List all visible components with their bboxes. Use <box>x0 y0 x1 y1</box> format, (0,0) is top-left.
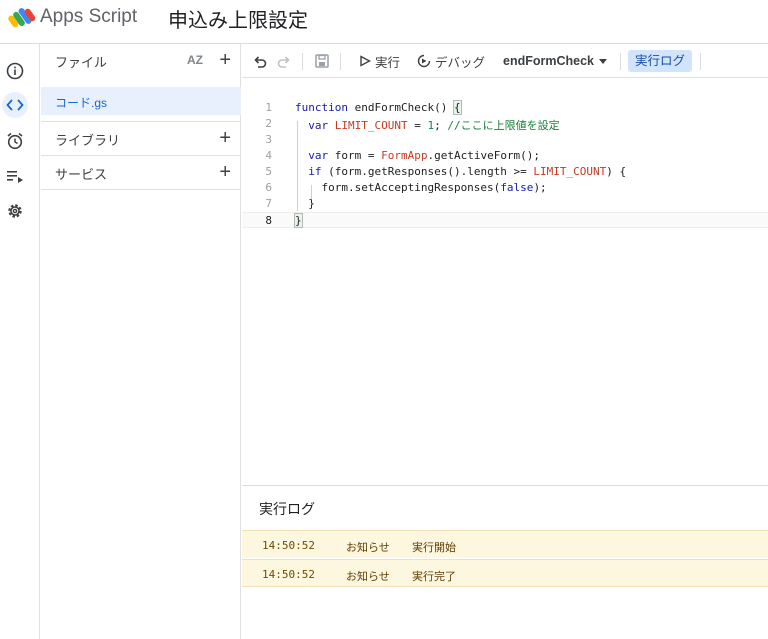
project-title[interactable]: 申込み上限設定 <box>168 4 308 33</box>
rail-settings-button[interactable] <box>2 198 28 224</box>
save-button[interactable] <box>314 44 330 78</box>
code-line[interactable]: 3 <box>242 132 768 148</box>
execution-log-title: 実行ログ <box>259 501 315 517</box>
log-message: 実行開始 <box>412 542 456 554</box>
rail-executions-button[interactable] <box>2 163 28 189</box>
undo-button[interactable] <box>252 44 268 78</box>
line-number: 2 <box>265 117 272 130</box>
play-icon <box>360 55 371 67</box>
undo-icon <box>254 56 267 68</box>
services-label: サービス <box>55 167 108 182</box>
rail-triggers-button[interactable] <box>2 128 28 154</box>
code-editor[interactable]: 1 function endFormCheck() { 2 var LIMIT_… <box>242 79 768 485</box>
line-number: 1 <box>265 101 272 114</box>
code-text: form.setAcceptingResponses(false); <box>295 181 547 194</box>
function-select[interactable]: endFormCheck <box>503 44 608 78</box>
libraries-label: ライブラリ <box>55 133 121 148</box>
libraries-section[interactable]: ライブラリ + <box>41 122 241 156</box>
rail-overview-button[interactable] <box>2 58 28 84</box>
code-text: var form = FormApp.getActiveForm(); <box>308 149 541 162</box>
rail-editor-button[interactable] <box>2 92 28 118</box>
run-label: 実行 <box>375 55 401 70</box>
code-line[interactable]: 2 var LIMIT_COUNT = 1; //ここに上限値を設定 <box>242 116 768 132</box>
files-section-label: ファイル <box>55 55 108 70</box>
line-number: 3 <box>265 133 272 146</box>
add-service-button[interactable]: + <box>219 162 231 182</box>
toolbar-separator <box>700 53 701 70</box>
gear-icon <box>8 204 22 218</box>
files-panel: ファイル AZ + コード.gs ライブラリ + サービス + <box>41 44 241 639</box>
app-name[interactable]: Apps Script <box>40 6 137 28</box>
line-number: 5 <box>265 165 272 178</box>
app-header: Apps Script 申込み上限設定 <box>0 0 768 44</box>
file-item-code-gs[interactable]: コード.gs <box>41 87 241 115</box>
function-select-value: endFormCheck <box>503 54 594 68</box>
code-line[interactable]: 5 if (form.getResponses().length >= LIMI… <box>242 164 768 180</box>
log-entry: 14:50:52 お知らせ 実行開始 <box>242 530 768 558</box>
info-icon <box>6 62 24 80</box>
log-time: 14:50:52 <box>262 539 315 552</box>
log-entry: 14:50:52 お知らせ 実行完了 <box>242 559 768 587</box>
code-text: if (form.getResponses().length >= LIMIT_… <box>308 165 627 178</box>
code-line-current[interactable]: 8 } <box>242 212 768 228</box>
code-text: function endFormCheck() { <box>295 100 462 115</box>
code-text: } <box>295 197 315 210</box>
execution-log-panel: 実行ログ 14:50:52 お知らせ 実行開始 14:50:52 お知らせ 実行… <box>242 485 768 639</box>
alarm-clock-icon <box>7 132 23 150</box>
line-number: 6 <box>265 181 272 194</box>
code-line[interactable]: 1 function endFormCheck() { <box>242 100 768 116</box>
debug-button[interactable]: デバッグ <box>417 44 485 78</box>
code-line[interactable]: 4 var form = FormApp.getActiveForm(); <box>242 148 768 164</box>
toolbar-separator <box>340 53 341 70</box>
redo-button[interactable] <box>276 44 292 78</box>
file-item-label: コード.gs <box>55 96 108 110</box>
chevron-down-icon <box>599 59 607 64</box>
services-section[interactable]: サービス + <box>41 156 241 190</box>
debug-label: デバッグ <box>435 55 486 70</box>
debug-icon <box>417 54 431 68</box>
editor-toolbar: 実行 デバッグ endFormCheck 実行ログ <box>242 44 768 78</box>
add-file-button[interactable]: + <box>219 50 231 70</box>
redo-icon <box>277 56 290 68</box>
code-text: var LIMIT_COUNT = 1; //ここに上限値を設定 <box>308 119 560 132</box>
save-icon <box>315 54 329 68</box>
log-severity: お知らせ <box>346 542 390 554</box>
divider <box>41 189 241 190</box>
code-icon <box>6 99 24 111</box>
toolbar-separator <box>302 53 303 70</box>
line-number: 7 <box>265 197 272 210</box>
log-message: 実行完了 <box>412 571 456 583</box>
log-severity: お知らせ <box>346 571 390 583</box>
sort-az-button[interactable]: AZ <box>187 53 203 67</box>
navigation-rail <box>0 44 40 639</box>
log-time: 14:50:52 <box>262 568 315 581</box>
code-line[interactable]: 6 form.setAcceptingResponses(false); <box>242 180 768 196</box>
add-library-button[interactable]: + <box>219 128 231 148</box>
line-number: 8 <box>265 214 272 227</box>
run-button[interactable]: 実行 <box>359 44 400 78</box>
executions-list-icon <box>7 171 23 183</box>
files-section-header: ファイル AZ + <box>41 44 241 78</box>
toolbar-separator <box>620 53 621 70</box>
code-text: } <box>294 213 303 228</box>
line-number: 4 <box>265 149 272 162</box>
code-line[interactable]: 7 } <box>242 196 768 212</box>
execution-log-toggle-button[interactable]: 実行ログ <box>628 50 693 72</box>
apps-script-logo-icon[interactable] <box>8 5 36 29</box>
